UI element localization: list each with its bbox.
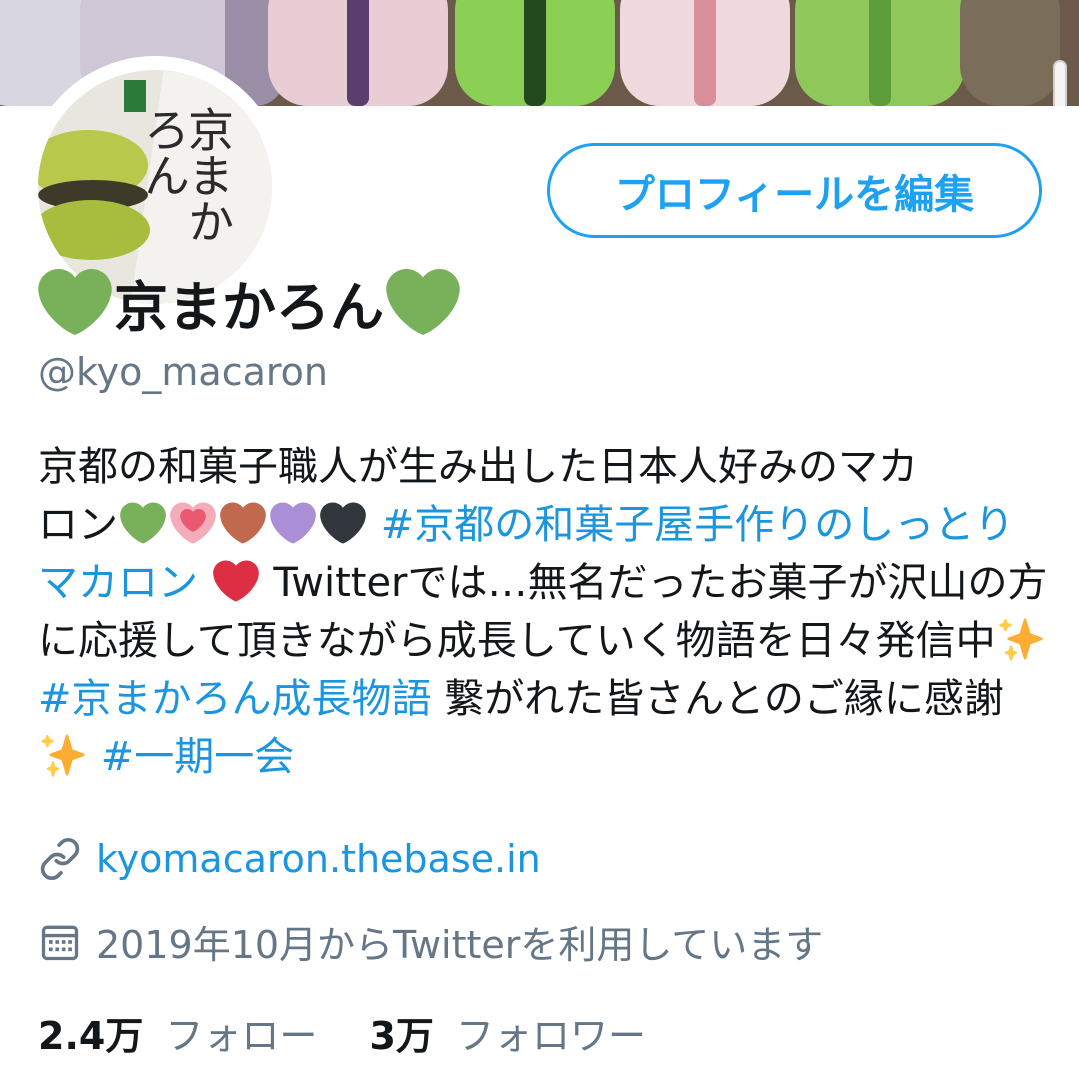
link-icon: [38, 837, 82, 881]
joined-date-text: 2019年10月からTwitterを利用しています: [96, 923, 824, 967]
scroll-handle[interactable]: [1053, 60, 1067, 106]
profile-joined-row: 2019年10月からTwitterを利用しています: [38, 914, 823, 969]
hashtag-link[interactable]: #京まかろん成長物語: [38, 676, 432, 722]
edit-profile-button[interactable]: プロフィールを編集: [547, 143, 1042, 238]
following-count: 2.4万: [38, 1014, 144, 1058]
profile-bio: 京都の和菓子職人が生み出した日本人好みのマカ ロン #京都の和菓子屋手作りのしっ…: [38, 438, 1048, 786]
sparkles-icon: [998, 616, 1044, 662]
sparkles-icon: [40, 732, 86, 778]
brown-heart-icon: [220, 500, 266, 546]
profile-website-row: kyomacaron.thebase.in: [38, 837, 541, 881]
black-heart-icon: [320, 500, 366, 546]
hashtag-link[interactable]: #一期一会: [101, 734, 295, 780]
following-link[interactable]: 2.4万 フォロー: [38, 1005, 317, 1060]
profile-display-name: 京まかろん: [38, 262, 460, 342]
avatar-macaron: [38, 200, 150, 260]
banner-macaron: [960, 0, 1060, 106]
banner-macaron: [795, 0, 965, 106]
followers-label: フォロワー: [455, 1014, 646, 1058]
avatar-calligraphy-text: 京まかろん: [137, 106, 235, 244]
profile-handle: @kyo_macaron: [38, 350, 328, 394]
banner-macaron: [620, 0, 790, 106]
red-heart-icon: [212, 558, 259, 604]
bio-text: ロン: [38, 502, 118, 548]
bio-text: 繋がれた皆さんとのご縁に感謝: [431, 676, 1004, 722]
display-name-text: 京まかろん: [114, 275, 384, 339]
growing-heart-icon: [170, 500, 216, 546]
green-heart-icon: [120, 500, 166, 546]
green-heart-icon: [38, 265, 112, 339]
followers-link[interactable]: 3万 フォロワー: [369, 1005, 646, 1060]
website-link[interactable]: kyomacaron.thebase.in: [96, 837, 541, 881]
calendar-icon: [38, 920, 82, 964]
purple-heart-icon: [270, 500, 316, 546]
green-heart-icon: [386, 265, 460, 339]
follow-stats: 2.4万 フォロー 3万 フォロワー: [38, 1005, 646, 1060]
followers-count: 3万: [369, 1014, 434, 1058]
banner-macaron: [268, 0, 448, 106]
banner-macaron: [455, 0, 615, 106]
bio-text: 京都の和菓子職人が生み出した日本人好みのマカ: [38, 444, 918, 490]
following-label: フォロー: [165, 1014, 318, 1058]
